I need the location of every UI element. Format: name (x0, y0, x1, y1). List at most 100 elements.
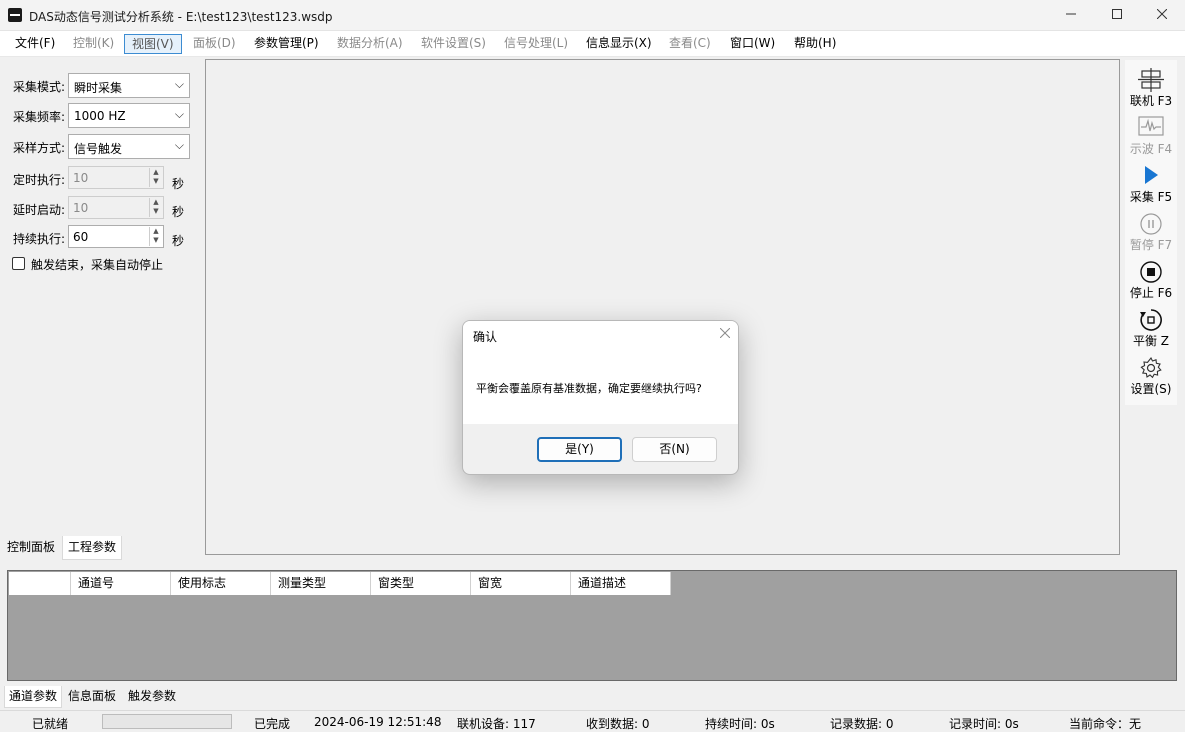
delay-label: 延时启动: (13, 203, 66, 217)
yes-button[interactable]: 是(Y) (537, 437, 622, 462)
delay-unit: 秒 (172, 205, 185, 219)
no-button[interactable]: 否(N) (632, 437, 717, 462)
duration-value: 60 (73, 230, 89, 244)
minimize-icon (1066, 13, 1076, 15)
window-title: DAS动态信号测试分析系统 - E:\test123\test123.wsdp (29, 10, 333, 24)
status-completed: 已完成 (254, 717, 291, 731)
timed-label: 定时执行: (13, 173, 66, 187)
title-bar: DAS动态信号测试分析系统 - E:\test123\test123.wsdp (0, 0, 1185, 31)
dialog-title: 确认 (473, 330, 498, 344)
menu-info-display[interactable]: 信息显示(X) (579, 34, 659, 54)
oscilloscope-icon (1125, 116, 1177, 142)
connect-button[interactable]: 联机 F3 (1125, 64, 1177, 112)
menu-file[interactable]: 文件(F) (8, 34, 62, 54)
menu-parameters[interactable]: 参数管理(P) (247, 34, 326, 54)
spin-arrows-icon[interactable]: ▲ ▼ (149, 198, 162, 217)
minimize-button[interactable] (1048, 0, 1094, 31)
progress-bar (102, 714, 232, 729)
control-panel: 采集模式: 瞬时采集 ⌵ 采集频率: 1000 HZ ⌵ 采样方式: 信号触发 … (0, 58, 199, 560)
delay-stepper[interactable]: 10 ▲ ▼ (68, 196, 164, 219)
right-toolbar: 联机 F3 示波 F4 采集 F5 暂停 F7 停止 F6 平衡 Z 设置(S) (1125, 60, 1177, 405)
settings-label: 设置(S) (1130, 382, 1172, 396)
connect-label: 联机 F3 (1129, 94, 1173, 108)
menu-software-settings[interactable]: 软件设置(S) (414, 34, 493, 54)
duration-stepper[interactable]: 60 ▲ ▼ (68, 225, 164, 248)
grid-header-channel-desc[interactable]: 通道描述 (571, 572, 671, 595)
menu-bar: 文件(F) 控制(K) 视图(V) 面板(D) 参数管理(P) 数据分析(A) … (0, 31, 1185, 57)
close-window-button[interactable] (1139, 0, 1185, 31)
rate-value: 1000 HZ (74, 109, 126, 123)
pause-label: 暂停 F7 (1129, 238, 1173, 252)
play-icon (1125, 164, 1177, 190)
menu-panel[interactable]: 面板(D) (186, 34, 243, 54)
menu-view-check[interactable]: 查看(C) (662, 34, 718, 54)
status-device: 联机设备: 117 (457, 717, 536, 731)
spin-arrows-icon[interactable]: ▲ ▼ (149, 168, 162, 187)
tab-info-panel[interactable]: 信息面板 (64, 686, 120, 708)
bottom-panel-tabs: 通道参数 信息面板 触发参数 (0, 686, 400, 708)
tab-trigger-parameters[interactable]: 触发参数 (124, 686, 180, 708)
mode-select[interactable]: 瞬时采集 ⌵ (68, 73, 190, 98)
grid-header-measure-type[interactable]: 测量类型 (271, 572, 371, 595)
stop-button[interactable]: 停止 F6 (1125, 256, 1177, 304)
menu-view[interactable]: 视图(V) (124, 34, 182, 54)
tab-control-panel[interactable]: 控制面板 (2, 536, 60, 560)
tab-project-parameters[interactable]: 工程参数 (62, 536, 123, 560)
dialog-body: 平衡会覆盖原有基准数据，确定要继续执行吗? (463, 351, 738, 424)
delay-value: 10 (73, 201, 89, 215)
mode-label: 采集模式: (13, 80, 66, 94)
maximize-icon (1112, 9, 1122, 19)
grid-header-channel-no[interactable]: 通道号 (71, 572, 171, 595)
menu-data-analysis[interactable]: 数据分析(A) (330, 34, 410, 54)
duration-label: 持续执行: (13, 232, 66, 246)
pause-button[interactable]: 暂停 F7 (1125, 208, 1177, 256)
spin-arrows-icon[interactable]: ▲ ▼ (149, 227, 162, 246)
menu-help[interactable]: 帮助(H) (787, 34, 843, 54)
balance-button[interactable]: 平衡 Z (1125, 304, 1177, 352)
status-record-time: 记录时间: 0s (949, 717, 1019, 731)
status-received: 收到数据: 0 (586, 717, 650, 731)
menu-window[interactable]: 窗口(W) (723, 34, 782, 54)
settings-button[interactable]: 设置(S) (1125, 352, 1177, 400)
grid-header-row: 通道号 使用标志 测量类型 窗类型 窗宽 通道描述 (9, 572, 671, 595)
grid-header-corner (9, 572, 71, 595)
rate-select[interactable]: 1000 HZ ⌵ (68, 103, 190, 128)
dialog-close-button[interactable] (719, 326, 731, 342)
timed-value: 10 (73, 171, 89, 185)
stop-icon (1125, 260, 1177, 286)
acquire-button[interactable]: 采集 F5 (1125, 160, 1177, 208)
grid-header-window-type[interactable]: 窗类型 (371, 572, 471, 595)
grid-header-use-flag[interactable]: 使用标志 (171, 572, 271, 595)
rate-label: 采集频率: (13, 110, 66, 124)
duration-unit: 秒 (172, 234, 185, 248)
chevron-down-icon: ⌵ (174, 77, 184, 91)
tab-channel-parameters[interactable]: 通道参数 (4, 686, 63, 708)
status-datetime: 2024-06-19 12:51:48 (314, 715, 442, 729)
timed-unit: 秒 (172, 177, 185, 191)
grid-header-window-width[interactable]: 窗宽 (471, 572, 571, 595)
menu-signal-processing[interactable]: 信号处理(L) (497, 34, 575, 54)
status-records: 记录数据: 0 (830, 717, 894, 731)
acquire-label: 采集 F5 (1129, 190, 1173, 204)
status-duration: 持续时间: 0s (705, 717, 775, 731)
auto-stop-checkbox[interactable] (12, 257, 25, 270)
status-command: 当前命令：无 (1069, 717, 1142, 731)
channel-grid: 通道号 使用标志 测量类型 窗类型 窗宽 通道描述 (7, 570, 1177, 681)
sampling-select[interactable]: 信号触发 ⌵ (68, 134, 190, 159)
maximize-button[interactable] (1094, 0, 1140, 31)
left-panel-tabs: 控制面板 工程参数 (0, 536, 199, 560)
auto-stop-label: 触发结束，采集自动停止 (31, 258, 164, 272)
stop-label: 停止 F6 (1129, 286, 1173, 300)
dialog-message: 平衡会覆盖原有基准数据，确定要继续执行吗? (476, 382, 702, 395)
close-icon (719, 327, 731, 339)
chevron-down-icon: ⌵ (174, 107, 184, 121)
menu-control[interactable]: 控制(K) (66, 34, 121, 54)
sampling-label: 采样方式: (13, 141, 66, 155)
gear-icon (1125, 356, 1177, 382)
timed-stepper[interactable]: 10 ▲ ▼ (68, 166, 164, 189)
sampling-value: 信号触发 (74, 142, 123, 156)
balance-icon (1125, 308, 1177, 334)
status-ready: 已就绪 (32, 717, 69, 731)
oscilloscope-button[interactable]: 示波 F4 (1125, 112, 1177, 160)
chevron-down-icon: ⌵ (174, 138, 184, 152)
